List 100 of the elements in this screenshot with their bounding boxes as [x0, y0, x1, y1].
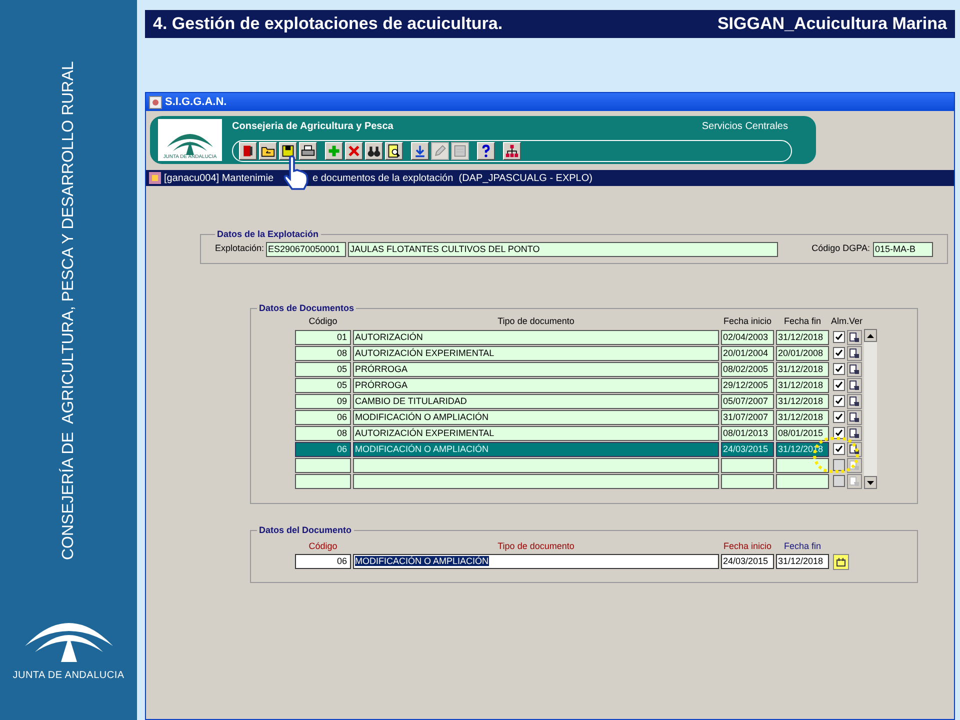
- end-date-cell[interactable]: 31/12/2018: [776, 410, 829, 424]
- code-cell[interactable]: 05: [295, 378, 351, 392]
- up-arrow-icon: [867, 334, 874, 338]
- end-date-cell[interactable]: 08/01/2015: [776, 426, 829, 440]
- plus-icon: [327, 144, 341, 158]
- field-label: Fecha inicio: [723, 540, 772, 552]
- code-cell[interactable]: 08: [295, 426, 351, 440]
- code-cell[interactable]: [295, 458, 351, 472]
- document-type-cell[interactable]: [353, 474, 719, 488]
- code-cell[interactable]: 06: [295, 442, 351, 456]
- document-icon: [453, 144, 467, 158]
- scrollbar[interactable]: [864, 329, 877, 489]
- checkbox[interactable]: [833, 363, 845, 375]
- end-date-cell[interactable]: 31/12/2018: [776, 362, 829, 376]
- document-type-cell[interactable]: CAMBIO DE TITULARIDAD: [353, 394, 719, 408]
- checkbox[interactable]: [833, 475, 845, 487]
- checkbox[interactable]: [833, 395, 845, 407]
- calendar-icon: [836, 556, 846, 566]
- start-date-cell[interactable]: 24/03/2015: [721, 442, 774, 456]
- code-cell[interactable]: 08: [295, 346, 351, 360]
- scroll-down-button[interactable]: [864, 476, 877, 489]
- sidebar-title: CONSEJERÍA DE AGRICULTURA, PESCA Y DESARROLLO RURAL: [60, 60, 76, 560]
- down-arrow-icon: [867, 480, 874, 484]
- code-cell[interactable]: 09: [295, 394, 351, 408]
- start-date-cell[interactable]: 02/04/2003: [721, 330, 774, 344]
- code-cell[interactable]: 05: [295, 362, 351, 376]
- calendar-button[interactable]: [833, 554, 849, 570]
- start-date-cell[interactable]: 05/07/2007: [721, 394, 774, 408]
- input-field[interactable]: 06: [295, 554, 351, 569]
- page-magnifier-icon: [387, 144, 401, 158]
- end-date-cell[interactable]: 31/12/2018: [776, 442, 829, 456]
- view-document-button[interactable]: [847, 346, 862, 360]
- end-date-cell[interactable]: 31/12/2018: [776, 330, 829, 344]
- document-type-cell[interactable]: MODIFICACIÓN O AMPLIACIÓN: [353, 442, 719, 456]
- logo-text: JUNTA DE ANDALUCIA: [12, 669, 124, 683]
- window-title: S.I.G.G.A.N.: [165, 94, 227, 110]
- column-header: Fecha inicio: [723, 315, 772, 328]
- checkbox[interactable]: [833, 443, 845, 455]
- document-type-cell[interactable]: AUTORIZACIÓN: [353, 330, 719, 344]
- document-type-cell[interactable]: PRÓRROGA: [353, 362, 719, 376]
- explotacion-name-field[interactable]: JAULAS FLOTANTES CULTIVOS DEL PONTO: [348, 242, 778, 256]
- checkbox[interactable]: [833, 427, 845, 439]
- group-legend: Datos de la Explotación: [215, 228, 321, 242]
- code-cell[interactable]: [295, 474, 351, 488]
- down-arrow-icon: [413, 144, 427, 158]
- view-document-button[interactable]: [847, 442, 862, 456]
- office-name: Servicios Centrales: [702, 120, 788, 134]
- explotacion-code-field[interactable]: ES290670050001: [266, 242, 346, 256]
- start-date-cell[interactable]: 20/01/2004: [721, 346, 774, 360]
- code-cell[interactable]: 06: [295, 410, 351, 424]
- field-label: Fecha fin: [784, 540, 822, 552]
- input-field[interactable]: 24/03/2015: [721, 554, 774, 569]
- checkbox[interactable]: [833, 411, 845, 423]
- start-date-cell[interactable]: 29/12/2005: [721, 378, 774, 392]
- start-date-cell[interactable]: 08/01/2013: [721, 426, 774, 440]
- document-type-cell[interactable]: MODIFICACIÓN O AMPLIACIÓN: [353, 410, 719, 424]
- view-document-button[interactable]: [847, 362, 862, 376]
- column-header: Alm.Ver: [831, 315, 863, 328]
- end-date-cell[interactable]: 20/01/2008: [776, 346, 829, 360]
- hierarchy-icon: [505, 144, 519, 158]
- checkbox[interactable]: [833, 347, 845, 359]
- input-field[interactable]: 31/12/2018: [776, 554, 829, 569]
- column-header: Tipo de documento: [498, 315, 574, 328]
- checkbox[interactable]: [833, 379, 845, 391]
- start-date-cell[interactable]: [721, 458, 774, 472]
- view-document-button[interactable]: [847, 410, 862, 424]
- field-label: Explotación:: [215, 242, 264, 256]
- scroll-up-button[interactable]: [864, 329, 877, 342]
- end-date-cell[interactable]: [776, 458, 829, 472]
- column-header: Código: [308, 315, 338, 328]
- checkbox[interactable]: [833, 459, 845, 471]
- checkbox[interactable]: [833, 331, 845, 343]
- exit-door-icon: [241, 144, 255, 158]
- document-type-cell[interactable]: [353, 458, 719, 472]
- input-field[interactable]: MODIFICACIÓN O AMPLIACIÓN: [353, 554, 719, 569]
- document-type-cell[interactable]: AUTORIZACIÓN EXPERIMENTAL: [353, 426, 719, 440]
- view-document-button[interactable]: [847, 378, 862, 392]
- code-cell[interactable]: 01: [295, 330, 351, 344]
- form-title: [ganacu004] Mantenimie: [164, 172, 274, 186]
- cross-icon: [347, 144, 361, 158]
- column-header: Fecha fin: [784, 315, 822, 328]
- view-document-button[interactable]: [847, 330, 862, 344]
- field-label: Código DGPA:: [812, 242, 870, 256]
- start-date-cell[interactable]: 31/07/2007: [721, 410, 774, 424]
- view-document-button[interactable]: [847, 394, 862, 408]
- app-icon: [149, 96, 162, 108]
- document-type-cell[interactable]: AUTORIZACIÓN EXPERIMENTAL: [353, 346, 719, 360]
- slide-subtitle: SIGGAN_Acuicultura Marina: [717, 13, 947, 36]
- binoculars-icon: [367, 144, 381, 158]
- start-date-cell[interactable]: [721, 474, 774, 488]
- dgpa-field[interactable]: 015-MA-B: [873, 242, 933, 256]
- end-date-cell[interactable]: 31/12/2018: [776, 394, 829, 408]
- document-type-cell[interactable]: PRÓRROGA: [353, 378, 719, 392]
- form-title: e documentos de la explotación (DAP_JPASCUALG - EXPLO): [312, 172, 592, 186]
- end-date-cell[interactable]: 31/12/2018: [776, 378, 829, 392]
- form-icon: [149, 172, 161, 184]
- view-document-button[interactable]: [847, 426, 862, 440]
- start-date-cell[interactable]: 08/02/2005: [721, 362, 774, 376]
- slide-title: 4. Gestión de explotaciones de acuicultura.: [153, 13, 503, 36]
- end-date-cell[interactable]: [776, 474, 829, 488]
